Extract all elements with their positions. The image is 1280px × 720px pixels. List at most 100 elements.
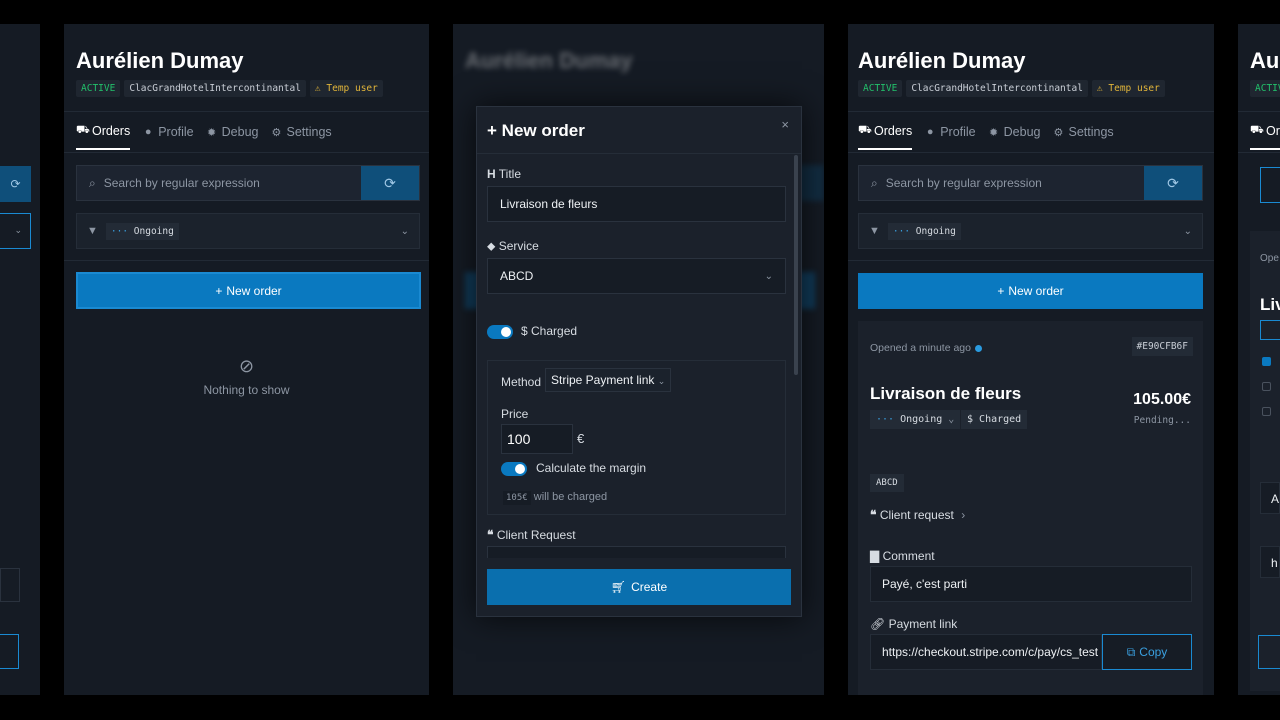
service-select[interactable]: ABCD ⌄ — [487, 258, 786, 294]
payment-link-field[interactable]: https://checkout.stripe.com/c/pay/cs_tes… — [870, 634, 1102, 670]
charged-toggle[interactable] — [487, 325, 513, 339]
edit-button[interactable] — [1260, 167, 1280, 203]
opened-partial: Ope — [1260, 253, 1279, 264]
service-chip: ABCD — [870, 474, 904, 492]
title-label-text: Title — [498, 167, 522, 181]
tab-settings[interactable]: ⚙ Settings — [270, 124, 332, 150]
refresh-button[interactable]: ⟳ — [1144, 166, 1202, 200]
temp-user-badge: ⚠ Temp user — [309, 80, 383, 97]
title-value: Livraison de fleurs — [500, 197, 598, 211]
search-input[interactable]: ⌕ Search by regular expression — [859, 166, 1144, 200]
plus-icon: + — [487, 121, 497, 140]
currency-symbol: € — [577, 431, 585, 446]
search-bar: ⌕ Search by regular expression ⟳ — [76, 165, 420, 201]
new-order-button[interactable]: + New order — [76, 272, 421, 309]
tab-label: Or — [1266, 124, 1280, 138]
search-placeholder: Search by regular expression — [103, 176, 260, 190]
search-input[interactable]: ⌕ Search by regular expression — [77, 166, 361, 200]
order-card[interactable]: Opened a minute ago #E90CFB6F Livraison … — [858, 321, 1203, 695]
tab-debug[interactable]: ✹ Debug — [988, 124, 1040, 150]
charged-chip: $ Charged — [961, 410, 1028, 429]
charged-amount: 105€ — [503, 491, 531, 505]
user-icon: ● — [926, 126, 934, 138]
create-button[interactable]: 🛒︎ Create — [487, 569, 791, 605]
filter-dropdown[interactable]: ⌄ — [0, 213, 31, 249]
chevron-down-icon: ⌄ — [764, 270, 773, 282]
tab-label: Profile — [940, 125, 976, 139]
ongoing-tag: ··· Ongoing — [887, 222, 961, 240]
refresh-button[interactable]: ⟳ — [0, 166, 31, 202]
tab-label: Orders — [874, 124, 913, 138]
title-input[interactable]: Livraison de fleurs — [487, 186, 786, 222]
tab-settings[interactable]: ⚙ Settings — [1052, 124, 1114, 150]
chevron-down-icon: ⌄ — [1183, 225, 1192, 237]
close-icon[interactable]: × — [781, 117, 789, 132]
tab-debug[interactable]: ✹ Debug — [206, 124, 259, 150]
opened-time: Opened a minute ago — [870, 342, 982, 354]
user-name-partial: Au — [1250, 48, 1280, 73]
divider — [848, 260, 1214, 261]
title-label: H Title — [487, 167, 521, 181]
action-button[interactable] — [0, 634, 19, 669]
divider — [64, 152, 429, 153]
gear-icon: ⚙ — [1053, 126, 1064, 139]
client-request-input[interactable] — [487, 546, 786, 558]
bug-icon: ✹ — [207, 126, 217, 139]
input-field[interactable] — [0, 568, 20, 602]
comment-field[interactable]: Payé, c'est parti — [870, 566, 1192, 602]
link-icon: 🔗︎ — [870, 617, 886, 631]
service-value: ABCD — [500, 269, 534, 283]
divider — [64, 260, 429, 261]
eye-slash-icon: ⊘ — [238, 356, 255, 376]
divider — [64, 111, 429, 112]
tab-orders[interactable]: ⛟ Orders — [76, 124, 131, 150]
order-id-badge: #E90CFB6F — [1131, 337, 1193, 356]
tab-orders[interactable]: ⛟ Or — [1250, 124, 1280, 150]
copy-label: Copy — [1139, 645, 1168, 659]
tab-profile[interactable]: ● Profile — [924, 124, 976, 150]
order-card: Ope Liv A h — [1250, 231, 1280, 691]
chevron-down-icon: ⌄ — [948, 414, 955, 425]
margin-toggle[interactable] — [501, 462, 527, 476]
margin-label: Calculate the margin — [536, 461, 647, 475]
method-label: Method — [501, 375, 542, 389]
title-partial: Liv — [1260, 295, 1280, 314]
truck-icon: ⛟ — [858, 124, 872, 136]
truck-icon: ⛟ — [1250, 124, 1264, 136]
text-field[interactable]: A — [1260, 482, 1280, 514]
tab-profile[interactable]: ● Profile — [142, 124, 194, 150]
warning-icon: ⚠ — [314, 83, 321, 94]
user-name: Aurélien Dumay — [465, 48, 633, 73]
refresh-button[interactable]: ⟳ — [361, 166, 419, 200]
payment-link-value: https://checkout.stripe.com/c/pay/cs_tes… — [882, 645, 1099, 659]
charged-note-text: will be charged — [533, 491, 608, 503]
hotel-badge: ClacGrandHotelIntercontinantal — [906, 80, 1088, 97]
copy-button[interactable]: ⧉ Copy — [1102, 634, 1192, 670]
hotel-badge: ClacGrandHotelIntercontinantal — [124, 80, 306, 97]
status-select[interactable]: ··· Ongoing ⌄ — [870, 410, 961, 429]
new-order-button[interactable]: + New order — [858, 273, 1203, 309]
tab-orders[interactable]: ⛟ Orders — [858, 124, 913, 150]
client-request-toggle[interactable]: ❝ Client request › — [870, 508, 965, 522]
status-select[interactable] — [1260, 320, 1280, 340]
divider — [848, 152, 1214, 153]
cart-plus-icon: 🛒︎ — [610, 580, 627, 594]
action-button[interactable] — [1258, 635, 1280, 669]
chevron-down-icon: ⌄ — [657, 376, 666, 386]
tab-label: Orders — [92, 124, 131, 138]
status-filter[interactable]: ▼ ··· Ongoing ⌄ — [76, 213, 420, 249]
new-order-modal: + New order × H Title Livraison de fleur… — [476, 106, 802, 617]
quote-icon: ❝ — [870, 508, 877, 522]
checkbox[interactable] — [1262, 407, 1271, 416]
scrollbar[interactable] — [794, 155, 798, 375]
ongoing-tag: ··· Ongoing — [105, 222, 179, 240]
status-filter[interactable]: ▼ ··· Ongoing ⌄ — [858, 213, 1203, 249]
refresh-icon: ⟳ — [1167, 174, 1179, 191]
price-input[interactable]: 100 — [501, 424, 573, 454]
method-select[interactable]: Stripe Payment link ⌄ — [545, 368, 672, 392]
checkbox[interactable] — [1262, 382, 1271, 391]
client-request-label: ❝ Client Request — [487, 528, 576, 542]
link-field[interactable]: h — [1260, 546, 1280, 578]
tab-label: Debug — [221, 125, 259, 139]
checkbox[interactable] — [1262, 357, 1271, 366]
